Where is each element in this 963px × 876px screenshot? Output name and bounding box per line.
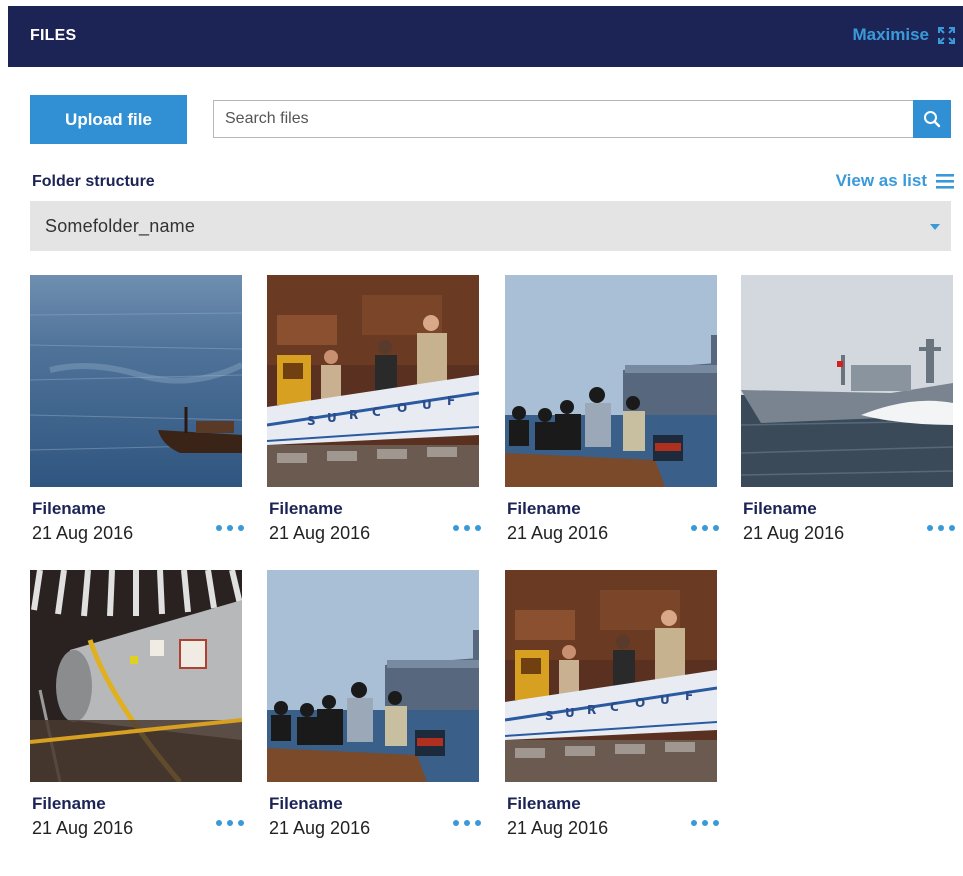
file-date: 21 Aug 2016 [507,818,609,838]
more-options-icon[interactable] [691,817,719,829]
more-options-icon[interactable] [216,522,244,534]
files-panel: FILES Maximise Upload file Folder struct… [8,0,963,876]
file-date: 21 Aug 2016 [743,523,845,543]
file-thumbnail[interactable] [267,570,479,782]
svg-text:U: U [327,411,337,425]
skiff-passengers-image [267,570,479,782]
file-name[interactable]: Filename [269,499,343,519]
file-thumbnail[interactable]: SURC OUF [505,570,717,782]
more-options-icon[interactable] [927,522,955,534]
files-header-bar: FILES Maximise [8,6,963,67]
svg-text:F: F [447,394,455,408]
svg-text:U: U [565,706,575,720]
search-input[interactable] [214,101,914,137]
svg-text:O: O [397,401,407,415]
folder-select-value: Somefolder_name [45,216,196,236]
file-name[interactable]: Filename [507,499,581,519]
file-name[interactable]: Filename [507,794,581,814]
search-box [213,100,951,138]
svg-text:R: R [349,408,358,422]
file-date: 21 Aug 2016 [269,818,371,838]
aircraft-engine-hangar-image [30,570,242,782]
file-date: 21 Aug 2016 [269,523,371,543]
svg-text:S: S [545,709,554,723]
svg-text:S: S [307,414,316,428]
caret-down-icon [930,224,940,230]
dhow-at-sea-image [30,275,242,487]
soldiers-surcouf-image: SURC OUF [505,570,717,782]
file-thumbnail[interactable] [741,275,953,487]
view-as-list-label: View as list [835,171,927,190]
file-name[interactable]: Filename [269,794,343,814]
svg-text:F: F [685,689,693,703]
file-name[interactable]: Filename [32,794,106,814]
file-name[interactable]: Filename [32,499,106,519]
file-thumbnail[interactable]: SURC OUF [267,275,479,487]
view-as-list-button[interactable]: View as list [836,171,954,191]
file-name[interactable]: Filename [743,499,817,519]
maximise-label: Maximise [852,25,929,44]
soldiers-surcouf-image: SURC OUF [267,275,479,487]
upload-file-button[interactable]: Upload file [30,95,187,144]
svg-text:U: U [422,398,432,412]
file-thumbnail[interactable] [505,275,717,487]
file-thumbnail[interactable] [30,570,242,782]
panel-title: FILES [30,27,77,44]
file-date: 21 Aug 2016 [32,818,134,838]
folder-select[interactable]: Somefolder_name [30,201,951,251]
svg-text:U: U [660,693,670,707]
more-options-icon[interactable] [453,522,481,534]
maximise-icon [938,26,955,44]
svg-text:C: C [610,700,619,714]
svg-text:R: R [587,703,596,717]
more-options-icon[interactable] [453,817,481,829]
more-options-icon[interactable] [691,522,719,534]
maximise-button[interactable]: Maximise [852,25,955,45]
file-date: 21 Aug 2016 [507,523,609,543]
file-thumbnail[interactable] [30,275,242,487]
frigate-wake-image [741,275,953,487]
svg-text:C: C [372,405,381,419]
search-button[interactable] [913,100,951,138]
folder-structure-label: Folder structure [32,173,155,190]
skiff-passengers-image [505,275,717,487]
svg-text:O: O [635,696,645,710]
list-icon [936,173,954,189]
file-date: 21 Aug 2016 [32,523,134,543]
more-options-icon[interactable] [216,817,244,829]
search-icon [924,111,941,128]
